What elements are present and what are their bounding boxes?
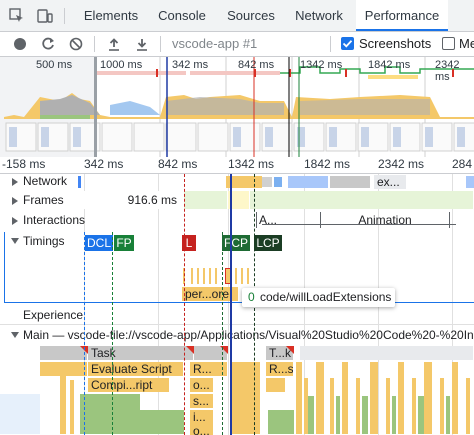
download-icon[interactable]: [134, 36, 150, 52]
inspect-element-icon[interactable]: [8, 7, 26, 25]
network-request[interactable]: [274, 177, 282, 187]
overview-tick: 842 ms: [238, 59, 275, 71]
overview-tick: 500 ms: [36, 59, 73, 71]
toolbar-divider: [94, 36, 95, 52]
playhead-line[interactable]: [230, 174, 232, 435]
ruler-tick: 1342 ms: [228, 157, 275, 171]
l-line: [184, 174, 185, 435]
tab-divider: [64, 8, 65, 24]
overview-tick: 342 ms: [172, 59, 209, 71]
track-timings[interactable]: Timings: [23, 234, 65, 248]
clear-icon[interactable]: [68, 36, 84, 52]
device-toolbar-icon[interactable]: [36, 7, 54, 25]
timings-selection-bottom: [4, 302, 474, 303]
overview-tick: 1842 ms: [368, 59, 411, 71]
marker-lcp[interactable]: LCP: [254, 235, 282, 251]
tab-console[interactable]: Console: [150, 0, 214, 31]
frame-block[interactable]: [184, 191, 228, 209]
interaction-line: [262, 224, 456, 225]
tooltip-name: code/willLoadExtensions: [260, 290, 392, 304]
network-request[interactable]: [78, 176, 81, 188]
network-request[interactable]: [288, 176, 328, 188]
toolbar-divider: [330, 36, 331, 52]
performance-toolbar: vscode-app #1 Screenshots Me: [0, 32, 474, 57]
ruler-tick: 1842 ms: [304, 157, 351, 171]
fcp-line: [222, 232, 223, 435]
network-request-ex[interactable]: ex...: [374, 175, 406, 189]
interaction-a[interactable]: A...: [256, 212, 283, 228]
ruler-tick: 842 ms: [158, 157, 198, 171]
track-main[interactable]: Main — vscode-file://vscode-app/Applicat…: [23, 328, 474, 342]
reload-icon[interactable]: [40, 36, 56, 52]
overview-graph: [0, 57, 474, 157]
record-icon[interactable]: [12, 36, 28, 52]
track-experience[interactable]: Experience: [23, 308, 83, 322]
tab-network[interactable]: Network: [288, 0, 350, 31]
memory-label[interactable]: Me: [459, 36, 474, 52]
tooltip-duration: 0: [248, 290, 255, 304]
timeline-ruler: -158 ms 342 ms 842 ms 1342 ms 1842 ms 23…: [0, 157, 474, 174]
track-network[interactable]: Network: [23, 174, 67, 188]
expand-frames-icon[interactable]: [12, 197, 18, 205]
track-divider: [0, 324, 474, 325]
upload-icon[interactable]: [106, 36, 122, 52]
flame-chart[interactable]: Network ex... Frames 916.6 ms Interactio…: [0, 174, 474, 435]
network-request[interactable]: [262, 177, 272, 187]
fp-line: [112, 232, 113, 435]
expand-interactions-icon[interactable]: [12, 217, 18, 225]
network-request[interactable]: [466, 176, 474, 188]
network-request[interactable]: [330, 176, 370, 188]
profile-select[interactable]: vscode-app #1: [172, 36, 257, 52]
overview-tick: 2342 ms: [435, 59, 460, 83]
ruler-tick: 342 ms: [84, 157, 124, 171]
collapse-timings-icon[interactable]: [11, 238, 19, 244]
tab-sources[interactable]: Sources: [220, 0, 282, 31]
timing-tooltip: 0 code/willLoadExtensions: [242, 288, 395, 307]
expand-network-icon[interactable]: [12, 178, 18, 186]
devtools-tab-bar: Elements Console Sources Network Perform…: [0, 0, 474, 32]
toolbar-divider: [160, 36, 161, 52]
ruler-tick: -158 ms: [2, 157, 46, 171]
dcl-line: [84, 232, 85, 435]
marker-fcp[interactable]: FCP: [222, 235, 250, 251]
frame-block[interactable]: [250, 191, 474, 209]
marker-fp[interactable]: FP: [114, 235, 134, 251]
overview-tick: 1342 ms: [300, 59, 343, 71]
interaction-animation[interactable]: Animation: [320, 212, 450, 228]
memory-checkbox[interactable]: [442, 37, 455, 50]
track-frames[interactable]: Frames: [23, 193, 64, 207]
tab-performance[interactable]: Performance: [356, 0, 448, 31]
track-interactions[interactable]: Interactions: [23, 213, 85, 227]
marker-dcl[interactable]: DCL: [85, 235, 113, 251]
timeline-overview[interactable]: 500 ms 1000 ms 342 ms 842 ms 1342 ms 184…: [0, 57, 474, 158]
overview-tick: 1000 ms: [100, 59, 143, 71]
screenshots-checkbox[interactable]: [341, 37, 354, 50]
ruler-tick: 284: [452, 157, 473, 171]
long-task-warnings: [80, 346, 294, 354]
screenshots-label[interactable]: Screenshots: [359, 36, 431, 52]
frame-block[interactable]: 916.6 ms: [80, 191, 184, 209]
user-timing-ticks: [183, 268, 253, 284]
tab-elements[interactable]: Elements: [76, 0, 146, 31]
collapse-main-icon[interactable]: [11, 332, 19, 338]
ruler-tick: 2342 ms: [378, 157, 425, 171]
timings-selection-edge: [4, 232, 5, 302]
dense-activity: [0, 362, 470, 434]
